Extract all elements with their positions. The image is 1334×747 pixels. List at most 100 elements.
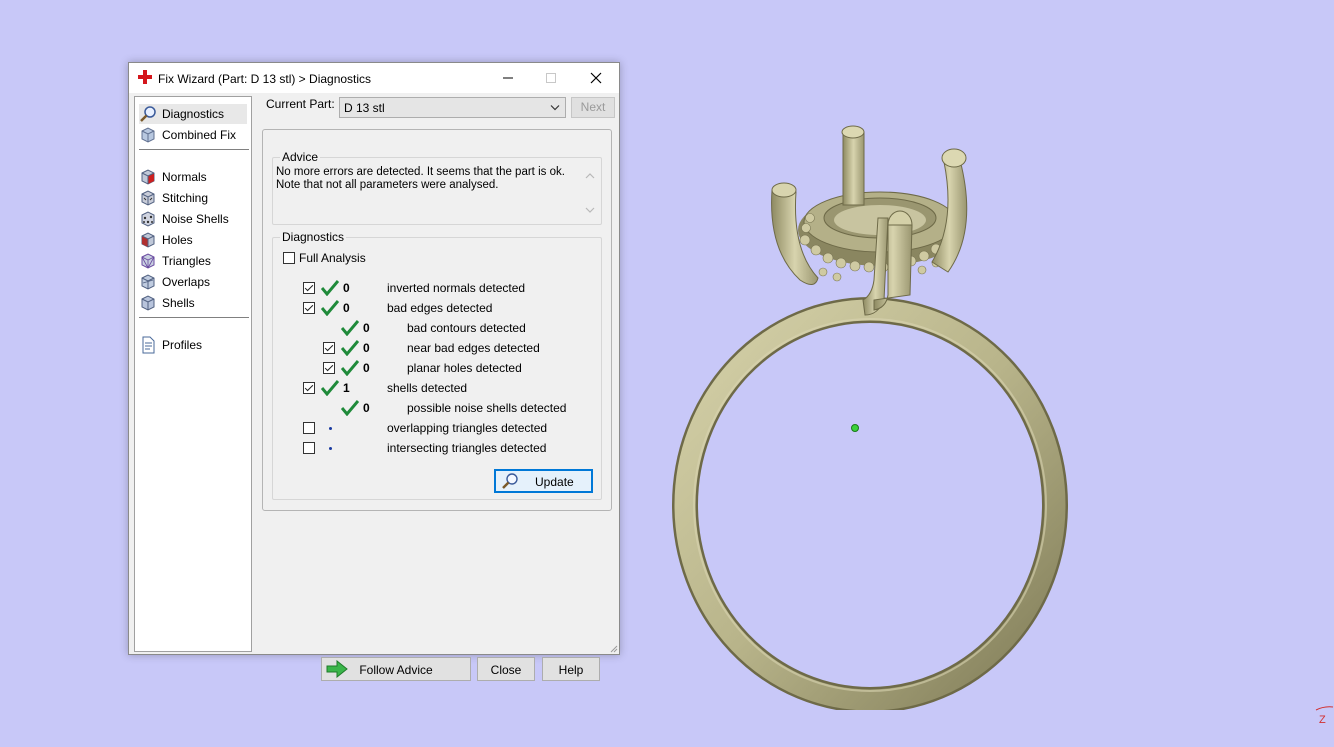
green-check-icon xyxy=(321,300,339,316)
green-check-icon xyxy=(341,340,359,356)
sidebar-item-diagnostics[interactable]: Diagnostics xyxy=(139,104,247,124)
close-window-button[interactable] xyxy=(573,63,619,93)
bad-contours-label: bad contours detected xyxy=(407,321,526,335)
noise-shells-label: possible noise shells detected xyxy=(407,401,567,415)
bad-edges-checkbox[interactable] xyxy=(303,302,315,314)
sidebar-item-label: Triangles xyxy=(162,254,211,268)
sidebar-item-shells[interactable]: Shells xyxy=(139,293,247,313)
advice-legend: Advice xyxy=(280,150,321,164)
sidebar-item-label: Noise Shells xyxy=(162,212,229,226)
full-analysis-checkbox[interactable] xyxy=(283,252,295,264)
sidebar-item-triangles[interactable]: Triangles xyxy=(139,251,247,271)
green-check-icon xyxy=(321,380,339,396)
planar-holes-count: 0 xyxy=(363,361,370,375)
advice-text: No more errors are detected. It seems th… xyxy=(276,166,580,220)
current-part-dropdown[interactable]: D 13 stl xyxy=(339,97,566,118)
inverted-normals-count: 0 xyxy=(343,281,350,295)
stitching-cube-icon xyxy=(141,190,155,206)
sidebar-item-combined-fix[interactable]: Combined Fix xyxy=(139,125,247,145)
overlaps-icon xyxy=(141,274,155,290)
update-button[interactable]: Update xyxy=(494,469,593,493)
green-check-icon xyxy=(341,320,359,336)
near-bad-edges-label: near bad edges detected xyxy=(407,341,540,355)
planar-holes-checkbox[interactable] xyxy=(323,362,335,374)
maximize-button[interactable] xyxy=(528,63,574,93)
sidebar-divider xyxy=(139,149,249,150)
dialog-client-area: Diagnostics Combined Fix Normals Stitchi… xyxy=(129,93,619,681)
sidebar-item-noise-shells[interactable]: Noise Shells xyxy=(139,209,247,229)
close-icon xyxy=(590,72,602,84)
near-bad-edges-checkbox[interactable] xyxy=(323,342,335,354)
sidebar-item-label: Shells xyxy=(162,296,195,310)
minimize-icon xyxy=(503,77,513,79)
maximize-icon xyxy=(546,73,556,83)
current-part-label: Current Part: xyxy=(266,97,335,111)
ring-3d-model[interactable] xyxy=(660,110,1080,710)
title-bar[interactable]: Fix Wizard (Part: D 13 stl) > Diagnostic… xyxy=(129,63,619,93)
magnifier-icon xyxy=(502,473,518,489)
axis-indicator: Z xyxy=(1315,706,1334,726)
z-axis-label: Z xyxy=(1319,714,1326,726)
diagnostics-panel: Advice No more errors are detected. It s… xyxy=(262,129,612,511)
fix-wizard-dialog: Fix Wizard (Part: D 13 stl) > Diagnostic… xyxy=(128,62,620,681)
cube-icon xyxy=(141,127,155,143)
intersecting-triangles-label: intersecting triangles detected xyxy=(387,441,547,455)
noise-shells-icon xyxy=(141,211,155,227)
shells-label: shells detected xyxy=(387,381,468,395)
follow-advice-label: Follow Advice xyxy=(359,663,433,677)
bad-contours-count: 0 xyxy=(363,321,370,335)
green-check-icon xyxy=(321,280,339,296)
bad-edges-label: bad edges detected xyxy=(387,301,493,315)
minimize-button[interactable] xyxy=(485,63,531,93)
follow-advice-button[interactable]: Follow Advice xyxy=(321,657,471,681)
full-analysis-label: Full Analysis xyxy=(299,251,366,265)
resize-grip[interactable] xyxy=(608,643,618,653)
inverted-normals-label: inverted normals detected xyxy=(387,281,526,295)
not-analysed-dot xyxy=(329,427,332,430)
noise-shells-count: 0 xyxy=(363,401,370,415)
red-cross-icon xyxy=(138,70,152,84)
chevron-down-icon xyxy=(550,105,560,111)
bad-edges-count: 0 xyxy=(343,301,350,315)
sidebar-item-label: Overlaps xyxy=(162,275,211,289)
advice-group: Advice No more errors are detected. It s… xyxy=(272,150,602,225)
diagnostics-group: Diagnostics Full Analysis 0 inverted nor… xyxy=(272,230,602,500)
sidebar-item-label: Diagnostics xyxy=(162,107,225,121)
normals-cube-icon xyxy=(141,169,155,185)
shells-checkbox[interactable] xyxy=(303,382,315,394)
not-analysed-dot xyxy=(329,447,332,450)
rotation-center-marker xyxy=(851,424,859,432)
sidebar-item-normals[interactable]: Normals xyxy=(139,167,247,187)
sidebar-item-profiles[interactable]: Profiles xyxy=(139,335,247,355)
inverted-normals-checkbox[interactable] xyxy=(303,282,315,294)
document-icon xyxy=(142,336,155,354)
sidebar-item-stitching[interactable]: Stitching xyxy=(139,188,247,208)
green-check-icon xyxy=(341,360,359,376)
green-check-icon xyxy=(341,400,359,416)
shells-icon xyxy=(141,295,155,311)
overlapping-triangles-checkbox[interactable] xyxy=(303,422,315,434)
next-button[interactable]: Next xyxy=(571,97,615,118)
update-label: Update xyxy=(535,475,574,489)
sidebar-item-label: Profiles xyxy=(162,338,203,352)
advice-scrollbar[interactable] xyxy=(584,170,596,216)
sidebar: Diagnostics Combined Fix Normals Stitchi… xyxy=(134,96,252,652)
current-part-value: D 13 stl xyxy=(344,101,385,115)
close-label: Close xyxy=(490,663,522,677)
close-button[interactable]: Close xyxy=(477,657,535,681)
diagnostics-legend: Diagnostics xyxy=(280,230,347,244)
sidebar-item-label: Normals xyxy=(162,170,207,184)
help-button[interactable]: Help xyxy=(542,657,600,681)
sidebar-item-label: Stitching xyxy=(162,191,209,205)
magnifier-icon xyxy=(140,106,156,122)
sidebar-item-overlaps[interactable]: Overlaps xyxy=(139,272,247,292)
window-title: Fix Wizard (Part: D 13 stl) > Diagnostic… xyxy=(158,72,372,86)
sidebar-divider xyxy=(139,317,249,318)
sidebar-item-holes[interactable]: Holes xyxy=(139,230,247,250)
sidebar-item-label: Combined Fix xyxy=(162,128,237,142)
overlapping-triangles-label: overlapping triangles detected xyxy=(387,421,548,435)
triangles-icon xyxy=(141,253,155,269)
near-bad-edges-count: 0 xyxy=(363,341,370,355)
intersecting-triangles-checkbox[interactable] xyxy=(303,442,315,454)
holes-cube-icon xyxy=(141,232,155,248)
